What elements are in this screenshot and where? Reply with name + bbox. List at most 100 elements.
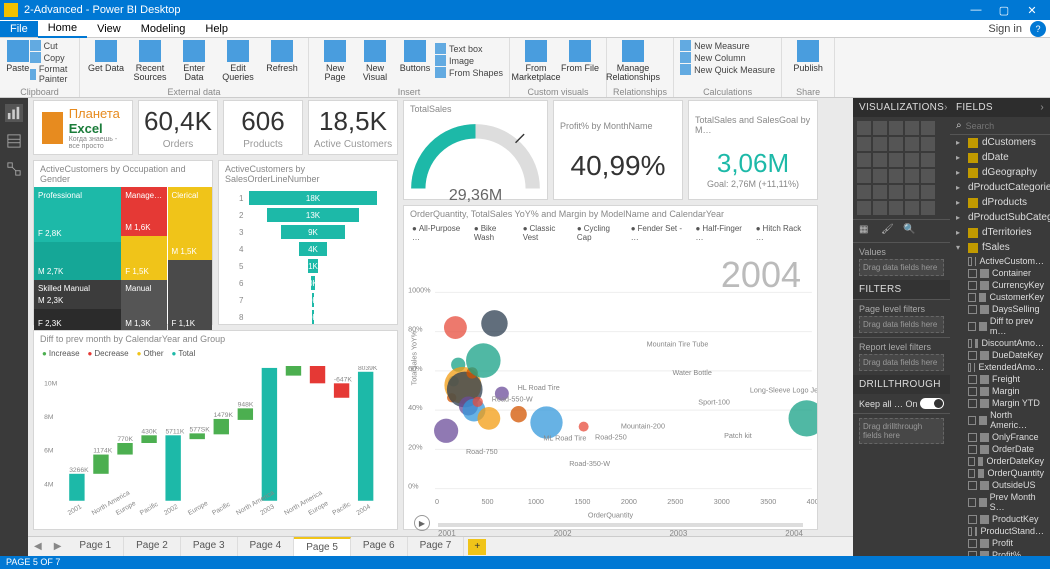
treemap-cell[interactable]: F 1,1K [168,260,213,333]
kpi-customers[interactable]: 18,5KActive Customers [308,100,398,155]
new-column-button[interactable]: New Column [680,52,775,63]
field-item[interactable]: ProductStand… [950,525,1050,537]
tab-help[interactable]: Help [195,21,238,37]
page-filters-drop[interactable]: Drag data fields here [859,316,944,333]
new-page-button[interactable]: New Page [315,40,355,82]
page-tab[interactable]: Page 2 [124,537,181,556]
maximize-button[interactable]: ▢ [990,4,1018,17]
page-tab[interactable]: Page 7 [408,537,465,556]
recent-sources-button[interactable]: Recent Sources [130,40,170,82]
timeline-slider[interactable]: 2001200220032004 [438,523,803,527]
viz-type-icon[interactable] [921,185,935,199]
funnel-row[interactable]: 213K [239,208,377,222]
collapse-viz-icon[interactable]: › [944,102,948,113]
viz-type-icon[interactable] [889,185,903,199]
field-item[interactable]: Profit [950,537,1050,549]
treemap-cell[interactable]: F 1,5K [121,236,167,280]
funnel-row[interactable]: 70K [239,293,377,307]
viz-type-icon[interactable] [873,121,887,135]
field-item[interactable]: DueDateKey [950,349,1050,361]
field-item[interactable]: Freight [950,373,1050,385]
scatter-tile[interactable]: OrderQuantity, TotalSales YoY% and Margi… [403,205,818,530]
image-button[interactable]: Image [435,55,503,66]
fields-search-input[interactable] [966,121,1036,131]
viz-type-icon[interactable] [905,137,919,151]
shapes-button[interactable]: From Shapes [435,67,503,78]
viz-type-icon[interactable] [857,121,871,135]
treemap-cell[interactable]: M 2,7K [34,242,121,280]
tab-next-icon[interactable]: ▶ [48,541,68,552]
funnel-row[interactable]: 39K [239,225,377,239]
tab-prev-icon[interactable]: ◀ [28,541,48,552]
kpi-profit[interactable]: Profit% by MonthName 40,99% [553,100,683,200]
field-item[interactable]: Diff to prev m… [950,315,1050,337]
kpi-orders[interactable]: 60,4KOrders [138,100,218,155]
viz-type-icon[interactable] [889,169,903,183]
field-item[interactable]: Profit% [950,549,1050,556]
viz-type-icon[interactable] [921,201,935,215]
publish-button[interactable]: Publish [788,40,828,73]
field-item[interactable]: DaysSelling [950,303,1050,315]
close-button[interactable]: ✕ [1018,4,1046,17]
treemap-cell[interactable]: ManualM 1,3K [121,280,167,332]
edit-queries-button[interactable]: Edit Queries [218,40,258,82]
analytics-icon[interactable]: 🔍 [903,224,917,238]
treemap-cell[interactable]: ProfessionalF 2,8K [34,187,121,242]
minimize-button[interactable]: — [962,4,990,16]
manage-rel-button[interactable]: Manage Relationships [613,40,653,82]
signin-link[interactable]: Sign in [980,21,1030,37]
table-dDate[interactable]: ▸dDate [950,150,1050,165]
kpi-products[interactable]: 606Products [223,100,303,155]
field-item[interactable]: OnlyFrance [950,431,1050,443]
values-drop[interactable]: Drag data fields here [859,259,944,276]
funnel-row[interactable]: 118K [239,191,377,205]
keep-all-toggle[interactable] [920,398,944,409]
tab-home[interactable]: Home [38,20,87,38]
field-item[interactable]: Margin YTD [950,397,1050,409]
refresh-button[interactable]: Refresh [262,40,302,82]
treemap-cell[interactable]: Manage…M 1,6K [121,187,167,236]
format-icon[interactable]: 🖌 [881,224,895,238]
field-item[interactable]: ExtendedAmo… [950,361,1050,373]
drill-drop[interactable]: Drag drillthrough fields here [859,418,944,444]
viz-type-icon[interactable] [921,121,935,135]
canvas[interactable]: ПланетаExcelКогда знаешь - все просто 60… [28,98,853,536]
viz-type-icon[interactable] [921,137,935,151]
add-page-button[interactable]: + [468,539,486,555]
report-filters-drop[interactable]: Drag data fields here [859,354,944,371]
new-measure-button[interactable]: New Measure [680,40,775,51]
field-item[interactable]: OrderDate [950,443,1050,455]
textbox-button[interactable]: Text box [435,43,503,54]
viz-type-icon[interactable] [905,185,919,199]
get-data-button[interactable]: Get Data [86,40,126,82]
viz-type-icon[interactable] [857,169,871,183]
field-item[interactable]: CustomerKey [950,291,1050,303]
field-item[interactable]: OrderDateKey [950,455,1050,467]
field-item[interactable]: Prev Month S… [950,491,1050,513]
page-tab[interactable]: Page 4 [238,537,295,556]
viz-type-icon[interactable] [873,185,887,199]
tab-view[interactable]: View [87,21,131,37]
legend-item[interactable]: Bike Wash [474,224,517,242]
treemap-tile[interactable]: ActiveCustomers by Occupation and Gender… [33,160,213,325]
data-view-icon[interactable] [5,132,23,150]
buttons-button[interactable]: Buttons [395,40,435,82]
legend-item[interactable]: Classic Vest [523,224,571,242]
viz-type-icon[interactable] [905,169,919,183]
field-item[interactable]: OutsideUS [950,479,1050,491]
page-tab[interactable]: Page 1 [67,537,124,556]
viz-type-icon[interactable] [905,201,919,215]
table-dProductCategories[interactable]: ▸dProductCategories [950,180,1050,195]
field-item[interactable]: North Americ… [950,409,1050,431]
funnel-row[interactable]: 60K [239,276,377,290]
table-dCustomers[interactable]: ▸dCustomers [950,135,1050,150]
waterfall-tile[interactable]: Diff to prev month by CalendarYear and G… [33,330,398,530]
marketplace-button[interactable]: From Marketplace [516,40,556,82]
viz-type-icon[interactable] [857,185,871,199]
funnel-row[interactable]: 80K [239,310,377,324]
viz-type-icon[interactable] [873,153,887,167]
viz-type-icon[interactable] [921,153,935,167]
collapse-fields-icon[interactable]: › [1040,102,1044,113]
help-icon[interactable]: ? [1030,21,1046,37]
viz-type-icon[interactable] [857,137,871,151]
